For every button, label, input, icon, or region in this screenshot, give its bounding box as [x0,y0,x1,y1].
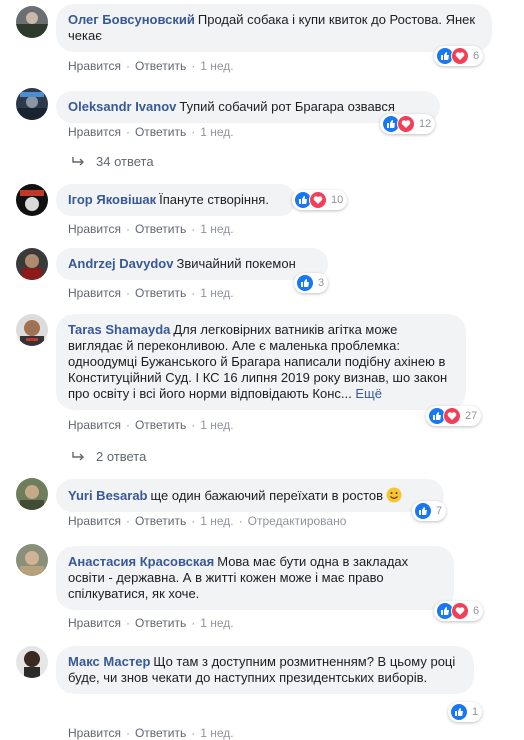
comment-author[interactable]: Yuri Besarab [68,488,148,503]
reactions-badge[interactable]: 6 [434,601,484,621]
comment-actions: Нравится · Ответить · 1 нед. [68,726,234,740]
avatar[interactable] [16,6,48,38]
comment-actions: Нравится · Ответить · 1 нед. · Отредактировано [68,514,347,528]
like-link[interactable]: Нравится [68,616,121,630]
reactions-badge[interactable]: 1 [448,702,483,722]
comment-author[interactable]: Олег Бовсуновский [68,12,195,27]
comment-bubble: Макс Мастер Що там з доступним розмитненн… [56,646,474,694]
replies-count[interactable]: 34 ответа [96,154,154,169]
reactions-badge[interactable]: 3 [294,273,329,293]
reply-arrow-icon [72,156,84,165]
comment-author[interactable]: Oleksandr Ivanov [68,99,176,114]
reaction-count: 3 [318,277,325,289]
avatar[interactable] [16,544,48,576]
comment-author[interactable]: Макс Мастер [68,654,150,669]
like-link[interactable]: Нравится [68,59,121,73]
reply-link[interactable]: Ответить [135,286,186,300]
avatar[interactable] [16,478,48,510]
love-icon [451,47,469,65]
timestamp[interactable]: 1 нед. [200,125,233,139]
reaction-count: 10 [331,194,344,206]
view-replies-link[interactable]: 2 ответа [72,449,146,464]
reaction-count: 1 [472,706,479,718]
comment-author[interactable]: Анастасия Красовская [68,554,214,569]
smile-emoji [386,487,402,503]
reply-link[interactable]: Ответить [135,125,186,139]
edited-label[interactable]: Отредактировано [248,514,347,528]
comment-author[interactable]: Taras Shamayda [68,322,170,337]
love-icon [443,407,461,425]
comment-bubble: Andrzej Davydov Звичайний покемон [56,248,328,280]
reaction-count: 27 [465,410,478,422]
comment-actions: Нравится · Ответить · 1 нед. [68,222,234,236]
reaction-count: 7 [436,505,443,517]
reactions-badge[interactable]: 7 [412,501,447,521]
comment-text: Тупий собачий рот Брагара озвався [179,99,395,114]
comment-actions: Нравится · Ответить · 1 нед. [68,286,234,300]
comment-bubble: Taras Shamayda Для легковірних ватників а… [56,314,466,410]
like-link[interactable]: Нравится [68,286,121,300]
reactions-badge[interactable]: 6 [434,46,484,66]
timestamp[interactable]: 1 нед. [200,616,233,630]
avatar[interactable] [16,184,48,216]
like-link[interactable]: Нравится [68,514,121,528]
comment-text: ще один бажаючий переїхати в ростов [150,488,384,503]
reactions-badge[interactable]: 10 [292,190,348,210]
comment-actions: Нравится · Ответить · 1 нед. [68,125,234,139]
like-link[interactable]: Нравится [68,125,121,139]
reply-link[interactable]: Ответить [135,59,186,73]
like-link[interactable]: Нравится [68,418,121,432]
reply-link[interactable]: Ответить [135,616,186,630]
comment-actions: Нравится · Ответить · 1 нед. [68,59,234,73]
reply-link[interactable]: Ответить [135,222,186,236]
reactions-badge[interactable]: 27 [426,406,482,426]
comment-bubble: Олег Бовсуновский Продай собака і купи кв… [56,4,492,52]
comment-bubble: Yuri Besarab ще один бажаючий переїхати в… [56,479,444,512]
like-link[interactable]: Нравится [68,222,121,236]
comment-text: Їпануте створіння. [159,192,269,207]
see-more-link[interactable]: Ещё [355,386,382,401]
reply-link[interactable]: Ответить [135,726,186,740]
comment-actions: Нравится · Ответить · 1 нед. [68,418,234,432]
timestamp[interactable]: 1 нед. [200,514,233,528]
avatar[interactable] [16,88,48,120]
timestamp[interactable]: 1 нед. [200,726,233,740]
comment-author[interactable]: Ігор Яковішак [68,192,156,207]
avatar[interactable] [16,314,48,346]
love-icon [451,602,469,620]
comment-author[interactable]: Andrzej Davydov [68,256,173,271]
comment-text: Звичайний покемон [176,256,296,271]
comment-bubble: Анастасия Красовская Мова має бути одна в… [56,546,454,610]
like-icon [296,274,314,292]
timestamp[interactable]: 1 нед. [200,59,233,73]
comment-bubble: Ігор Яковішак Їпануте створіння. [56,184,296,216]
view-replies-link[interactable]: 34 ответа [72,154,154,169]
comment-actions: Нравится · Ответить · 1 нед. [68,616,234,630]
reactions-badge[interactable]: 12 [380,114,436,134]
timestamp[interactable]: 1 нед. [200,222,233,236]
reply-link[interactable]: Ответить [135,514,186,528]
like-link[interactable]: Нравится [68,726,121,740]
timestamp[interactable]: 1 нед. [200,286,233,300]
avatar[interactable] [16,646,48,678]
avatar[interactable] [16,248,48,280]
love-icon [397,115,415,133]
reply-arrow-icon [72,451,84,460]
reply-link[interactable]: Ответить [135,418,186,432]
like-icon [414,502,432,520]
replies-count[interactable]: 2 ответа [96,449,146,464]
reaction-count: 6 [473,50,480,62]
timestamp[interactable]: 1 нед. [200,418,233,432]
like-icon [450,703,468,721]
love-icon [309,191,327,209]
reaction-count: 12 [419,118,432,130]
reaction-count: 6 [473,605,480,617]
